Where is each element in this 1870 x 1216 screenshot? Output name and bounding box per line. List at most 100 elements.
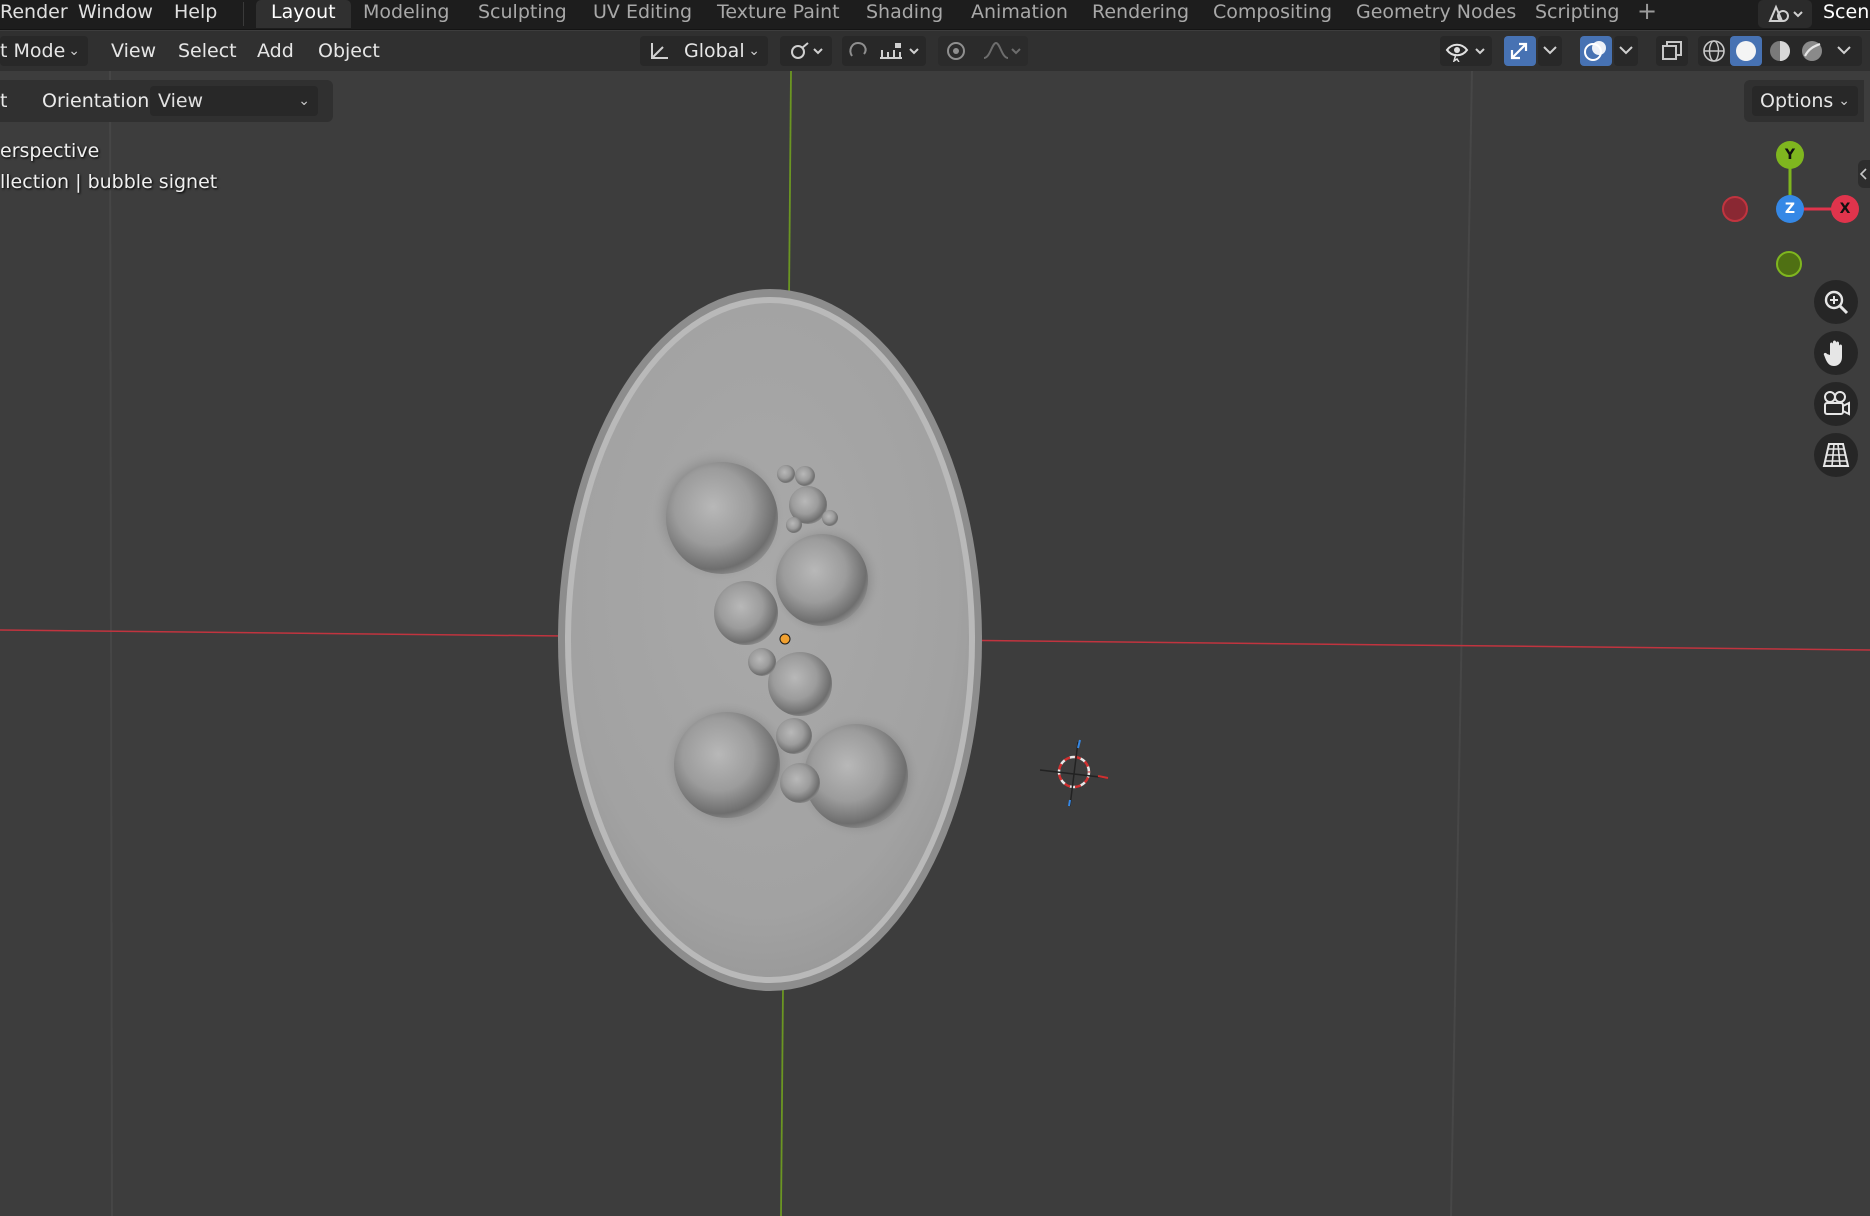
camera-view-button[interactable] bbox=[1814, 382, 1858, 426]
menu-add[interactable]: Add bbox=[257, 36, 294, 66]
navigation-gizmo[interactable]: Y Z X bbox=[1710, 130, 1870, 280]
gizmo-icon bbox=[1510, 42, 1528, 60]
bubble bbox=[795, 466, 815, 486]
tab-compositing[interactable]: Compositing bbox=[1198, 0, 1347, 28]
bubble-signet-object[interactable] bbox=[558, 289, 982, 991]
gizmo-x-axis[interactable]: X bbox=[1831, 195, 1859, 223]
scene-icon bbox=[1768, 4, 1803, 22]
gizmo-z-axis[interactable]: Z bbox=[1776, 195, 1804, 223]
tab-geometry-nodes[interactable]: Geometry Nodes bbox=[1341, 0, 1531, 28]
orientation-value: View bbox=[158, 90, 204, 112]
gizmo-toggle-button[interactable] bbox=[1504, 36, 1536, 66]
tool-settings-bar: t Orientation: View ⌄ bbox=[0, 80, 333, 122]
add-workspace-button[interactable]: + bbox=[1637, 0, 1657, 26]
gizmo-dropdown[interactable] bbox=[1538, 36, 1562, 66]
tab-modeling[interactable]: Modeling bbox=[348, 0, 464, 28]
chevron-down-icon: ⌄ bbox=[298, 93, 310, 109]
gizmo-y-label: Y bbox=[1784, 147, 1796, 163]
xray-toggle-button[interactable] bbox=[1656, 36, 1688, 66]
scene-selector-button[interactable] bbox=[1758, 0, 1812, 28]
gizmo-x-label: X bbox=[1839, 201, 1851, 217]
viewport-header: t Mode ⌄ View Select Add Object Global ⌄ bbox=[0, 31, 1870, 71]
collection-info-label: llection | bubble signet bbox=[0, 171, 218, 193]
xray-icon bbox=[1662, 41, 1682, 60]
tab-uv-editing[interactable]: UV Editing bbox=[578, 0, 707, 28]
menu-separator bbox=[243, 2, 244, 26]
visibility-button[interactable] bbox=[1440, 36, 1492, 66]
3d-viewport[interactable] bbox=[0, 71, 1870, 1216]
camera-view-icon bbox=[1824, 391, 1850, 416]
tab-animation[interactable]: Animation bbox=[956, 0, 1083, 28]
scene-name[interactable]: Scen bbox=[1823, 0, 1869, 26]
options-dropdown[interactable]: Options ⌄ bbox=[1752, 86, 1858, 116]
wireframe-shading-icon[interactable] bbox=[1702, 39, 1726, 63]
chevron-down-icon: ⌄ bbox=[68, 43, 80, 59]
perspective-grid-icon bbox=[1822, 443, 1850, 467]
tab-sculpting[interactable]: Sculpting bbox=[463, 0, 582, 28]
bubble bbox=[777, 465, 795, 483]
overlays-toggle-button[interactable] bbox=[1580, 36, 1612, 66]
menu-select[interactable]: Select bbox=[178, 36, 237, 66]
bubble bbox=[822, 510, 838, 526]
snap-magnet-icon bbox=[849, 41, 919, 59]
zoom-button[interactable] bbox=[1814, 280, 1858, 324]
menu-object[interactable]: Object bbox=[318, 36, 380, 66]
gizmo-neg-y-axis[interactable] bbox=[1776, 251, 1802, 277]
sidebar-toggle[interactable] bbox=[1858, 160, 1870, 188]
material-shading-icon[interactable] bbox=[1768, 39, 1792, 63]
signet-face bbox=[571, 303, 969, 977]
gizmo-neg-x-axis[interactable] bbox=[1722, 196, 1748, 222]
snapping-button[interactable] bbox=[842, 36, 926, 66]
solid-shading-button[interactable] bbox=[1730, 36, 1762, 66]
bubble bbox=[780, 763, 820, 803]
overlay-icon bbox=[1584, 41, 1606, 61]
menu-window[interactable]: Window bbox=[78, 0, 153, 26]
options-panel: Options ⌄ bbox=[1744, 80, 1864, 122]
pan-hand-icon bbox=[1823, 340, 1842, 366]
proportional-editing-button[interactable] bbox=[938, 36, 1028, 66]
tab-layout[interactable]: Layout bbox=[256, 0, 351, 28]
mode-dropdown[interactable]: t Mode ⌄ bbox=[0, 36, 88, 66]
tab-shading[interactable]: Shading bbox=[851, 0, 958, 28]
chevron-down-icon[interactable] bbox=[1836, 44, 1852, 58]
gizmo-z-label: Z bbox=[1784, 201, 1796, 217]
tool-settings-partial-label: t bbox=[0, 90, 8, 112]
viewport-shading-group bbox=[1698, 36, 1862, 66]
bubble bbox=[714, 581, 778, 645]
proportional-falloff-icon bbox=[947, 41, 1021, 60]
tab-scripting[interactable]: Scripting bbox=[1520, 0, 1635, 28]
pivot-point-button[interactable] bbox=[780, 36, 832, 66]
zoom-icon bbox=[1824, 290, 1849, 315]
pivot-icon bbox=[791, 42, 823, 59]
transform-axes-icon bbox=[651, 43, 668, 59]
bubble bbox=[666, 462, 778, 574]
bubble bbox=[776, 534, 868, 626]
solid-shading-icon bbox=[1736, 41, 1756, 61]
gizmo-y-axis[interactable]: Y bbox=[1776, 141, 1804, 169]
bubble bbox=[776, 718, 812, 754]
chevron-down-icon: ⌄ bbox=[1838, 93, 1850, 109]
pan-button[interactable] bbox=[1814, 331, 1858, 375]
options-label: Options bbox=[1760, 90, 1834, 112]
orientation-dropdown[interactable]: View ⌄ bbox=[150, 86, 318, 116]
menu-view[interactable]: View bbox=[111, 36, 156, 66]
transform-orientation-dropdown[interactable]: Global ⌄ bbox=[640, 36, 768, 66]
tab-texture-paint[interactable]: Texture Paint bbox=[702, 0, 855, 28]
object-origin bbox=[779, 633, 791, 645]
menu-help[interactable]: Help bbox=[174, 0, 217, 26]
tab-rendering[interactable]: Rendering bbox=[1077, 0, 1204, 28]
overlays-dropdown[interactable] bbox=[1614, 36, 1638, 66]
chevron-left-icon bbox=[1860, 168, 1867, 180]
perspective-toggle-button[interactable] bbox=[1814, 433, 1858, 477]
3d-cursor[interactable] bbox=[1039, 739, 1109, 807]
top-menu-bar: Render Window Help Layout Modeling Sculp… bbox=[0, 0, 1870, 30]
menu-render[interactable]: Render bbox=[0, 0, 68, 26]
rendered-shading-icon[interactable] bbox=[1800, 39, 1824, 63]
bubble bbox=[674, 712, 780, 818]
grid-line bbox=[109, 71, 113, 1216]
mode-label: t Mode bbox=[0, 40, 66, 62]
bubble bbox=[786, 517, 802, 533]
grid-line bbox=[1450, 71, 1473, 1216]
bubble bbox=[768, 652, 832, 716]
visibility-icon bbox=[1445, 43, 1485, 62]
